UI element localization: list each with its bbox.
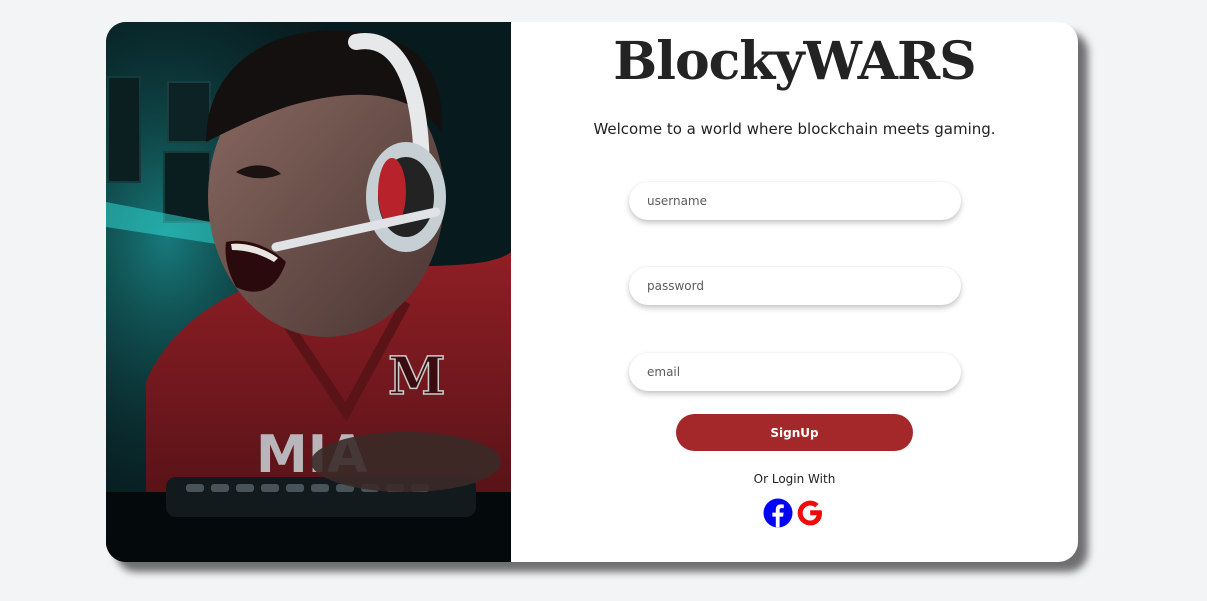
email-input[interactable] bbox=[629, 353, 961, 391]
svg-text:M: M bbox=[388, 346, 446, 407]
brand-logo: BlockyWARS bbox=[613, 31, 976, 92]
signup-button[interactable]: SignUp bbox=[676, 414, 913, 451]
google-login-button[interactable] bbox=[795, 498, 825, 528]
signup-card: M MIA BlockyWARS Welcome to a world wher… bbox=[106, 22, 1078, 562]
gamer-photo: M MIA bbox=[106, 22, 511, 562]
username-input[interactable] bbox=[629, 182, 961, 220]
facebook-icon bbox=[763, 498, 793, 528]
alt-login-label: Or Login With bbox=[753, 472, 836, 486]
facebook-login-button[interactable] bbox=[763, 498, 793, 528]
tagline: Welcome to a world where blockchain meet… bbox=[593, 120, 996, 138]
password-input[interactable] bbox=[629, 267, 961, 305]
signup-form-panel: BlockyWARS Welcome to a world where bloc… bbox=[511, 22, 1078, 562]
gamer-illustration: M MIA bbox=[106, 22, 511, 562]
google-icon bbox=[797, 500, 822, 526]
